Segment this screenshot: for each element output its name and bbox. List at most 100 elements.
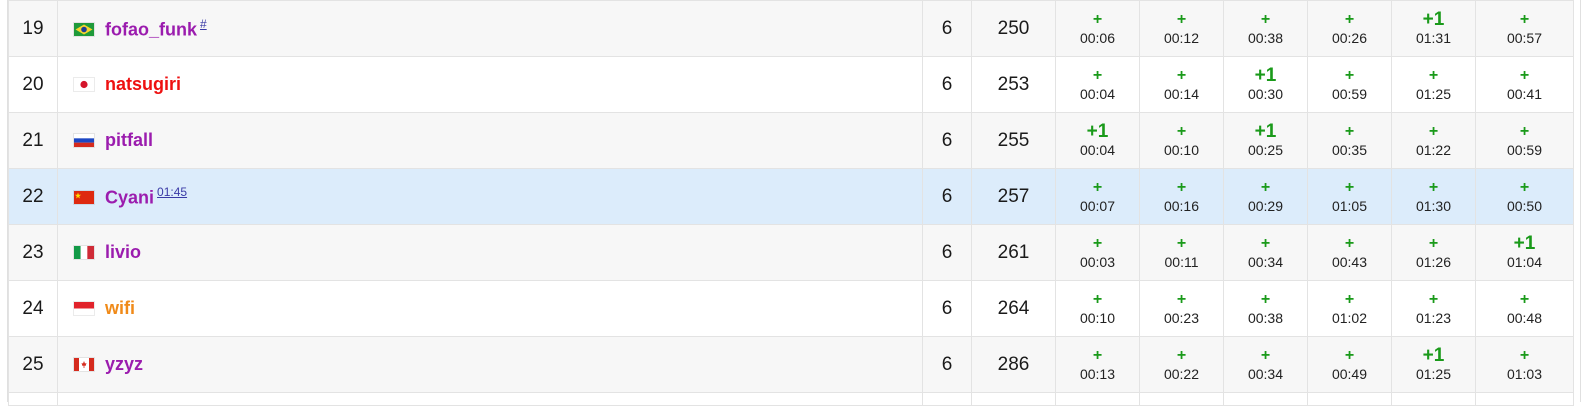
participant-name-link[interactable]: Cyani	[105, 187, 154, 207]
problem-result-cell[interactable]: +00:14	[1139, 56, 1224, 113]
participant-cell: pitfall	[57, 112, 923, 169]
problem-result-cell[interactable]: +01:02	[1307, 280, 1392, 337]
problem-result-cell[interactable]: +1 00:04	[1055, 112, 1140, 169]
problem-result-cell[interactable]: +00:43	[1307, 224, 1392, 281]
accepted-verdict: +	[1344, 346, 1355, 364]
accepted-verdict: +	[1428, 122, 1439, 140]
submission-time: 00:43	[1331, 253, 1368, 270]
submission-time: 01:04	[1506, 253, 1543, 270]
next-row-partial	[8, 392, 1574, 406]
problem-result-cell[interactable]: +1 00:30	[1223, 56, 1308, 113]
solved-count-cell: 6	[922, 280, 972, 337]
problem-result-cell[interactable]: +00:03	[1055, 224, 1140, 281]
penalty-cell: 253	[971, 56, 1056, 113]
standings-row: 25 yzyz 6 286 +00:13 +00:22 +00:34 +00:49 +1 01:2…	[8, 336, 1574, 393]
accepted-verdict: +	[1428, 290, 1439, 308]
accepted-verdict: +	[1092, 10, 1103, 28]
accepted-verdict: +	[1344, 290, 1355, 308]
submission-time: 00:11	[1164, 253, 1199, 270]
problem-result-cell[interactable]: +00:38	[1223, 280, 1308, 337]
rank-cell: 20	[8, 56, 58, 113]
problem-result-cell[interactable]: +00:50	[1475, 168, 1574, 225]
problem-result-cell[interactable]: +01:05	[1307, 168, 1392, 225]
accepted-verdict: +1	[1086, 120, 1109, 142]
submission-time: 01:30	[1415, 197, 1452, 214]
submission-time: 00:03	[1079, 253, 1116, 270]
standings-row: 21 pitfall 6 255 +1 00:04 +00:10 +1 00:25 +00:35 +…	[8, 112, 1574, 169]
rank-cell: 22	[8, 168, 58, 225]
problem-result-cell[interactable]: +00:04	[1055, 56, 1140, 113]
accepted-verdict: +	[1176, 66, 1187, 84]
problem-result-cell[interactable]: +1 01:04	[1475, 224, 1574, 281]
accepted-verdict: +1	[1422, 344, 1445, 366]
problem-result-cell[interactable]: +01:03	[1475, 336, 1574, 393]
problem-result-cell[interactable]: +00:13	[1055, 336, 1140, 393]
empty-cell	[1223, 392, 1308, 406]
submission-time: 00:26	[1331, 29, 1368, 46]
italy-flag-icon	[74, 246, 94, 259]
standings-row: 24 wifi 6 264 +00:10 +00:23 +00:38 +01:02 +01:23…	[8, 280, 1574, 337]
problem-result-cell[interactable]: +1 01:31	[1391, 0, 1476, 57]
empty-cell	[57, 392, 923, 406]
standings-row: 22 Cyani 01:45 6 257 +00:07 +00:16 +00:29 +01:05…	[8, 168, 1574, 225]
problem-result-cell[interactable]: +1 01:25	[1391, 336, 1476, 393]
problem-result-cell[interactable]: +00:48	[1475, 280, 1574, 337]
problem-result-cell[interactable]: +01:25	[1391, 56, 1476, 113]
accepted-verdict: +	[1344, 10, 1355, 28]
standings-table-container: 19 fofao_funk #6 250 +00:06 +00:12 +00:38 +00:2…	[7, 0, 1581, 406]
problem-result-cell[interactable]: +00:22	[1139, 336, 1224, 393]
participant-cell: natsugiri	[57, 56, 923, 113]
problem-result-cell[interactable]: +00:10	[1055, 280, 1140, 337]
problem-result-cell[interactable]: +00:06	[1055, 0, 1140, 57]
problem-result-cell[interactable]: +00:35	[1307, 112, 1392, 169]
participant-name-link[interactable]: natsugiri	[105, 74, 181, 94]
problem-result-cell[interactable]: +00:07	[1055, 168, 1140, 225]
accepted-verdict: +	[1519, 346, 1530, 364]
submission-time: 00:38	[1247, 29, 1284, 46]
participant-name-link[interactable]: livio	[105, 242, 141, 262]
participant-name-link[interactable]: pitfall	[105, 130, 153, 150]
problem-result-cell[interactable]: +00:29	[1223, 168, 1308, 225]
problem-result-cell[interactable]: +00:12	[1139, 0, 1224, 57]
problem-result-cell[interactable]: +00:57	[1475, 0, 1574, 57]
submission-time: 00:50	[1506, 197, 1543, 214]
submission-time: 00:57	[1506, 29, 1543, 46]
problem-result-cell[interactable]: +00:10	[1139, 112, 1224, 169]
problem-result-cell[interactable]: +01:26	[1391, 224, 1476, 281]
participant-cell: yzyz	[57, 336, 923, 393]
problem-result-cell[interactable]: +01:23	[1391, 280, 1476, 337]
problem-result-cell[interactable]: +00:49	[1307, 336, 1392, 393]
accepted-verdict: +	[1176, 10, 1187, 28]
problem-result-cell[interactable]: +00:23	[1139, 280, 1224, 337]
problem-result-cell[interactable]: +00:34	[1223, 336, 1308, 393]
empty-cell	[971, 392, 1056, 406]
participant-name-link[interactable]: fofao_funk	[105, 19, 197, 39]
accepted-verdict: +	[1519, 178, 1530, 196]
problem-result-cell[interactable]: +01:30	[1391, 168, 1476, 225]
penalty-cell: 257	[971, 168, 1056, 225]
participant-name-link[interactable]: yzyz	[105, 354, 143, 374]
problem-result-cell[interactable]: +00:59	[1475, 112, 1574, 169]
empty-cell	[1475, 392, 1574, 406]
participant-note-link[interactable]: 01:45	[157, 185, 187, 199]
problem-result-cell[interactable]: +01:22	[1391, 112, 1476, 169]
accepted-verdict: +	[1260, 10, 1271, 28]
participant-note-link[interactable]: #	[200, 17, 207, 31]
problem-result-cell[interactable]: +00:26	[1307, 0, 1392, 57]
accepted-verdict: +	[1344, 178, 1355, 196]
empty-cell	[1139, 392, 1224, 406]
problem-result-cell[interactable]: +00:34	[1223, 224, 1308, 281]
empty-cell	[1055, 392, 1140, 406]
problem-result-cell[interactable]: +00:11	[1139, 224, 1224, 281]
problem-result-cell[interactable]: +00:59	[1307, 56, 1392, 113]
problem-result-cell[interactable]: +1 00:25	[1223, 112, 1308, 169]
problem-result-cell[interactable]: +00:16	[1139, 168, 1224, 225]
problem-result-cell[interactable]: +00:41	[1475, 56, 1574, 113]
accepted-verdict: +	[1428, 66, 1439, 84]
accepted-verdict: +	[1260, 234, 1271, 252]
problem-result-cell[interactable]: +00:38	[1223, 0, 1308, 57]
canada-flag-icon	[74, 358, 94, 371]
submission-time: 00:13	[1079, 365, 1116, 382]
accepted-verdict: +1	[1513, 232, 1536, 254]
participant-name-link[interactable]: wifi	[105, 298, 135, 318]
